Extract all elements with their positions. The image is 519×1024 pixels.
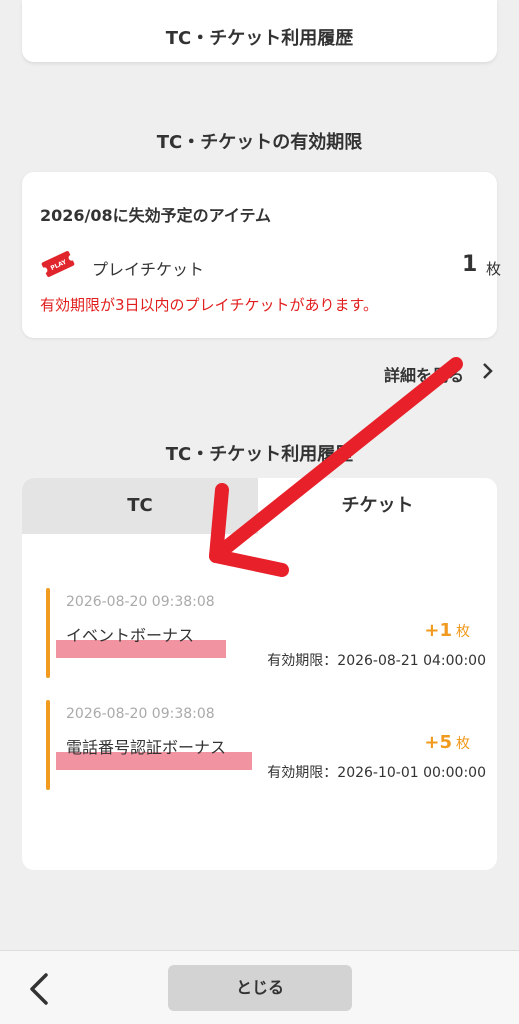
expiry-card-heading: 2026/08に失効予定のアイテム — [40, 206, 272, 225]
entry-amount: +1 枚 — [424, 620, 470, 641]
entry-datetime: 2026-08-20 09:38:08 — [66, 594, 215, 610]
ticket-item-unit: 枚 — [486, 260, 502, 278]
detail-link-label: 詳細を見る — [384, 366, 465, 385]
expiry-card: 2026/08に失効予定のアイテム PLAY プレイチケット 1 枚 有効期限が… — [22, 172, 501, 338]
play-ticket-icon: PLAY — [40, 248, 76, 280]
ticket-item-count: 1 — [462, 252, 478, 277]
history-entry: 2026-08-20 09:38:08 イベントボーナス +1 枚 有効期限：20… — [46, 588, 486, 678]
tab-ticket[interactable]: チケット — [258, 478, 497, 534]
page-title: TC・チケット利用履歴 — [165, 28, 354, 49]
tab-tc[interactable]: TC — [22, 478, 258, 534]
ticket-item-name: プレイチケット — [92, 260, 205, 279]
chevron-right-icon — [482, 362, 494, 384]
entry-expiry: 有効期限：2026-10-01 00:00:00 — [267, 765, 486, 781]
back-button[interactable] — [24, 971, 54, 1007]
entry-datetime: 2026-08-20 09:38:08 — [66, 706, 215, 722]
footer-bar: とじる — [0, 950, 519, 1024]
entry-name: イベントボーナス — [66, 626, 195, 645]
entry-name: 電話番号認証ボーナス — [66, 738, 227, 757]
detail-link[interactable]: 詳細を見る — [384, 360, 494, 386]
history-section-title: TC・チケット利用履歴 — [165, 444, 354, 465]
chevron-left-icon — [30, 973, 48, 1005]
entry-expiry: 有効期限：2026-08-21 04:00:00 — [267, 653, 486, 669]
history-entry: 2026-08-20 09:38:08 電話番号認証ボーナス +5 枚 有効期限：… — [46, 700, 486, 790]
entry-accent-bar — [46, 588, 50, 678]
close-button[interactable]: とじる — [168, 965, 352, 1011]
entry-amount: +5 枚 — [424, 732, 470, 753]
entry-accent-bar — [46, 700, 50, 790]
history-card: TC チケット 2026-08-20 09:38:08 イベントボーナス +1 枚… — [22, 478, 497, 870]
expiry-section-title: TC・チケットの有効期限 — [156, 132, 363, 153]
expiry-warning-text: 有効期限が3日以内のプレイチケットがあります。 — [40, 296, 379, 314]
